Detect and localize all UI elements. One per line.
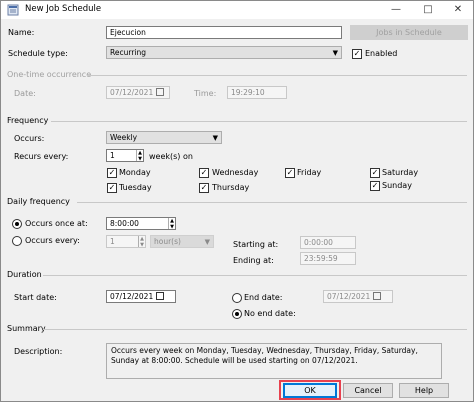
recurs-suffix: week(s) on bbox=[149, 152, 193, 161]
end-date-input[interactable]: 07/12/2021 bbox=[323, 290, 393, 303]
title-bar: New Job Schedule — □ ✕ bbox=[1, 1, 473, 19]
description-text: Occurs every week on Monday, Tuesday, We… bbox=[106, 343, 442, 379]
name-input[interactable]: Ejecucion bbox=[106, 26, 342, 39]
spin-buttons-icon[interactable]: ▲ ▼ bbox=[168, 218, 175, 229]
recurs-every-input[interactable]: 1 ▲ ▼ bbox=[106, 149, 144, 162]
window-title: New Job Schedule bbox=[25, 4, 102, 14]
date-label: Date: bbox=[14, 89, 36, 98]
sunday-label: Sunday bbox=[382, 181, 412, 190]
chevron-down-icon: ▼ bbox=[204, 238, 210, 246]
occurs-once-time-value: 8:00:00 bbox=[110, 219, 139, 228]
spin-buttons-icon[interactable]: ▲ ▼ bbox=[138, 236, 145, 247]
spin-buttons-icon[interactable]: ▲ ▼ bbox=[136, 150, 143, 161]
daily-frequency-section-title: Daily frequency bbox=[7, 197, 70, 206]
occurs-every-radio[interactable] bbox=[12, 236, 22, 246]
end-date-label: End date: bbox=[244, 293, 283, 302]
thursday-label: Thursday bbox=[212, 183, 250, 192]
description-label: Description: bbox=[14, 347, 63, 356]
friday-checkbox[interactable] bbox=[285, 168, 295, 178]
maximize-icon[interactable]: □ bbox=[413, 1, 443, 19]
frequency-divider bbox=[51, 121, 467, 122]
duration-divider bbox=[43, 275, 467, 276]
calendar-icon[interactable] bbox=[156, 292, 165, 300]
one-time-divider bbox=[87, 75, 467, 76]
thursday-checkbox[interactable] bbox=[199, 183, 209, 193]
occurs-label: Occurs: bbox=[14, 134, 45, 143]
one-time-date-input[interactable]: 07/12/2021 bbox=[106, 86, 170, 99]
friday-label: Friday bbox=[297, 168, 322, 177]
monday-checkbox[interactable] bbox=[107, 168, 117, 178]
recurs-every-label: Recurs every: bbox=[14, 152, 69, 161]
monday-label: Monday bbox=[119, 168, 151, 177]
wednesday-label: Wednesday bbox=[212, 168, 259, 177]
time-label: Time: bbox=[194, 89, 217, 98]
occurs-once-time-input[interactable]: 8:00:00 ▲ ▼ bbox=[106, 217, 176, 230]
saturday-label: Saturday bbox=[382, 168, 419, 177]
schedule-type-label: Schedule type: bbox=[8, 49, 68, 58]
occurs-every-unit-select[interactable]: hour(s) ▼ bbox=[150, 235, 214, 248]
no-end-date-radio[interactable] bbox=[232, 309, 242, 319]
frequency-section-title: Frequency bbox=[7, 116, 49, 125]
end-date-radio[interactable] bbox=[232, 293, 242, 303]
start-date-label: Start date: bbox=[14, 293, 57, 302]
one-time-date-value: 07/12/2021 bbox=[110, 88, 154, 97]
cancel-button[interactable]: Cancel bbox=[343, 383, 393, 398]
ok-button[interactable]: OK bbox=[283, 383, 337, 398]
occurs-value: Weekly bbox=[110, 133, 138, 142]
end-date-value: 07/12/2021 bbox=[327, 292, 371, 301]
close-icon[interactable]: ✕ bbox=[443, 1, 473, 19]
sunday-checkbox[interactable] bbox=[370, 181, 380, 191]
start-date-value: 07/12/2021 bbox=[110, 292, 154, 301]
calendar-icon bbox=[156, 88, 165, 96]
enabled-label: Enabled bbox=[365, 49, 398, 58]
occurs-every-unit-value: hour(s) bbox=[154, 237, 181, 246]
daily-frequency-divider bbox=[77, 202, 467, 203]
one-time-time-input[interactable]: 19:29:10 bbox=[227, 86, 287, 99]
summary-divider bbox=[43, 329, 467, 330]
new-job-schedule-dialog: New Job Schedule — □ ✕ Name: Ejecucion J… bbox=[0, 0, 474, 402]
name-label: Name: bbox=[8, 28, 35, 37]
starting-at-label: Starting at: bbox=[233, 240, 279, 249]
duration-section-title: Duration bbox=[7, 270, 42, 279]
saturday-checkbox[interactable] bbox=[370, 168, 380, 178]
tuesday-label: Tuesday bbox=[119, 183, 152, 192]
wednesday-checkbox[interactable] bbox=[199, 168, 209, 178]
schedule-type-value: Recurring bbox=[110, 48, 146, 57]
ending-at-input[interactable]: 23:59:59 bbox=[300, 252, 356, 265]
occurs-once-label: Occurs once at: bbox=[25, 219, 88, 228]
tuesday-checkbox[interactable] bbox=[107, 183, 117, 193]
occurs-every-label: Occurs every: bbox=[25, 236, 80, 245]
summary-section-title: Summary bbox=[7, 324, 46, 333]
occurs-select[interactable]: Weekly ▼ bbox=[106, 131, 222, 144]
chevron-down-icon: ▼ bbox=[212, 134, 218, 142]
one-time-section-title: One-time occurrence bbox=[7, 70, 92, 79]
chevron-down-icon: ▼ bbox=[332, 49, 338, 57]
app-icon bbox=[7, 4, 19, 16]
occurs-every-value: 1 bbox=[110, 237, 115, 246]
enabled-checkbox[interactable] bbox=[352, 49, 362, 59]
occurs-once-radio[interactable] bbox=[12, 219, 22, 229]
schedule-type-select[interactable]: Recurring ▼ bbox=[106, 46, 342, 59]
minimize-icon[interactable]: — bbox=[381, 1, 411, 19]
no-end-date-label: No end date: bbox=[244, 309, 296, 318]
calendar-icon bbox=[373, 292, 382, 300]
occurs-every-input[interactable]: 1 ▲ ▼ bbox=[106, 235, 146, 248]
start-date-input[interactable]: 07/12/2021 bbox=[106, 290, 176, 303]
ending-at-label: Ending at: bbox=[233, 256, 274, 265]
recurs-every-value: 1 bbox=[110, 151, 115, 160]
jobs-in-schedule-button[interactable]: Jobs in Schedule bbox=[350, 25, 468, 40]
help-button[interactable]: Help bbox=[399, 383, 449, 398]
starting-at-input[interactable]: 0:00:00 bbox=[300, 236, 356, 249]
